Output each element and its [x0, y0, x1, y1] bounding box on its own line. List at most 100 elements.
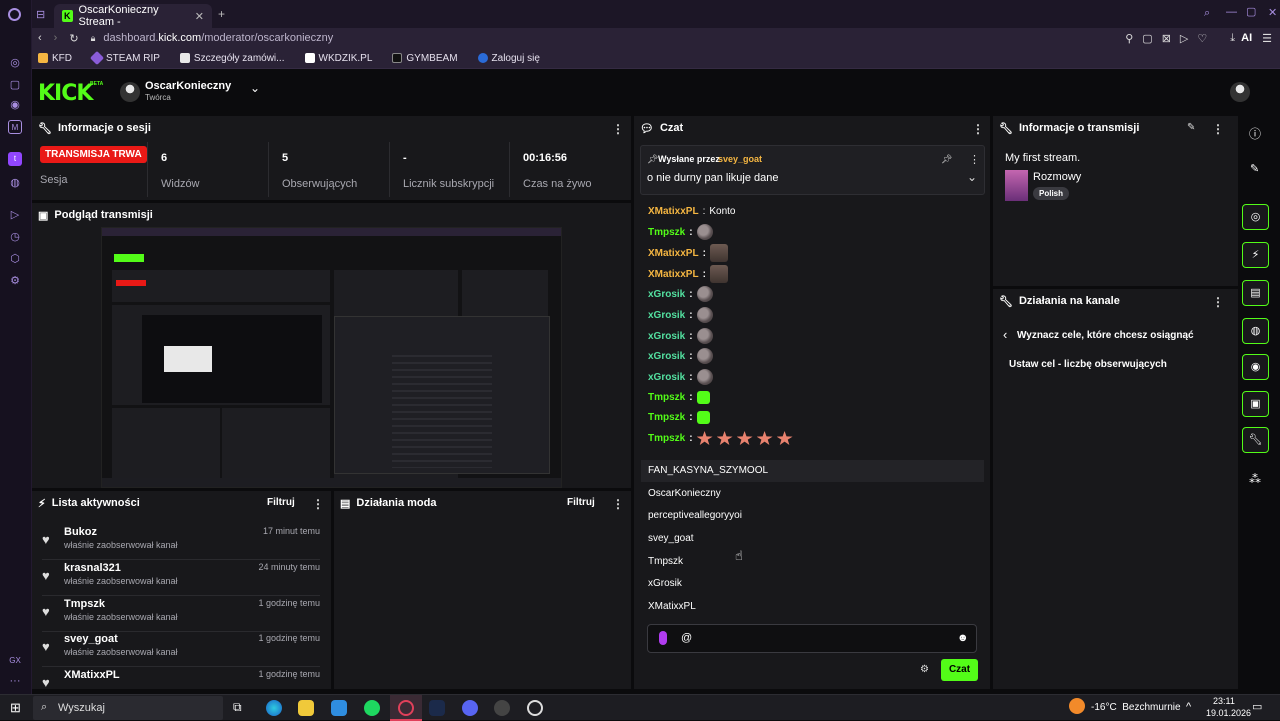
list-item[interactable]: ♥ svey_goat właśnie zaobserwował kanał 1…	[42, 633, 320, 667]
address-actions-icon[interactable]: ⚲▢⊠▷♡	[1125, 32, 1216, 45]
mod-menu-icon[interactable]: ⋮	[612, 497, 624, 511]
reload-icon[interactable]: ↻	[69, 32, 78, 45]
music-icon[interactable]: M	[8, 120, 22, 134]
rail-document-button[interactable]: ▤	[1242, 280, 1269, 306]
edge-icon[interactable]	[266, 700, 282, 716]
chat-menu-icon[interactable]: ⋮	[972, 122, 984, 136]
discord-icon[interactable]	[462, 700, 478, 716]
search-tabs-icon[interactable]: ⌕	[1204, 7, 1210, 20]
bookmark-orders[interactable]: Szczegóły zamówi...	[179, 53, 285, 64]
history-icon[interactable]: ◷	[8, 230, 22, 244]
ai-button[interactable]: AI	[1241, 32, 1252, 44]
mention-suggestion[interactable]: OscarKonieczny	[641, 483, 984, 505]
mod-filter-button[interactable]: Filtruj	[567, 497, 595, 508]
rail-preview-button[interactable]: ▣	[1242, 391, 1269, 417]
chat-message[interactable]: Tmpszk:	[648, 224, 713, 240]
bookmark-kfd[interactable]: KFD	[38, 53, 72, 64]
task-view-icon[interactable]: ⧉	[233, 700, 242, 715]
minimize-icon[interactable]: —	[1226, 6, 1237, 18]
chat-message[interactable]: XMatixxPL:	[648, 265, 728, 283]
clock-date[interactable]: 19.01.2026	[1206, 708, 1251, 718]
tabs-overview-icon[interactable]: ⊟	[36, 8, 45, 21]
chat-message[interactable]: Tmpszk:	[648, 411, 710, 424]
list-item[interactable]: ♥ krasnal321 właśnie zaobserwował kanał …	[42, 562, 320, 596]
activity-filter-button[interactable]: Filtruj	[267, 497, 295, 508]
rail-wrench-button[interactable]: 🔧︎	[1242, 427, 1269, 453]
goal-option[interactable]: Ustaw cel - liczbę obserwujących	[1009, 359, 1167, 370]
list-item[interactable]: ♥ Tmpszk właśnie zaobserwował kanał 1 go…	[42, 598, 320, 632]
rail-lightning-button[interactable]: ⚡︎	[1242, 242, 1269, 268]
apps-icon[interactable]: ⁂	[1249, 472, 1261, 486]
profile-avatar[interactable]	[1230, 82, 1250, 102]
file-explorer-icon[interactable]	[298, 700, 314, 716]
mention-suggestion[interactable]: XMatixxPL	[641, 596, 984, 618]
app-icon[interactable]	[527, 700, 543, 716]
list-item[interactable]: ♥ XMatixxPL 1 godzinę temu	[42, 669, 320, 690]
send-chat-button[interactable]: Czat	[941, 659, 978, 681]
menu-icon[interactable]: ☰	[1262, 32, 1272, 45]
bookmark-gymbeam[interactable]: GYMBEAM	[392, 53, 458, 64]
new-tab-icon[interactable]: +	[218, 7, 225, 21]
forward-icon[interactable]: ›	[54, 32, 58, 44]
notifications-icon[interactable]: ▭	[1252, 700, 1262, 713]
more-icon[interactable]: ···	[8, 674, 22, 688]
chat-input[interactable]: @ ☻	[647, 624, 977, 653]
chat-message[interactable]: xGrosik:	[648, 328, 713, 344]
rail-camera-button[interactable]: ◎	[1242, 204, 1269, 230]
stream-preview-video[interactable]	[101, 227, 562, 488]
opera-logo-icon[interactable]	[8, 8, 21, 21]
emoji-icon[interactable]: ☻	[957, 632, 969, 644]
pinned-message[interactable]: 📌︎ Wysłane przez svey_goat 📌︎ ⋮ o nie du…	[640, 145, 985, 195]
chat-message[interactable]: XMatixxPL:	[648, 244, 728, 262]
activity-menu-icon[interactable]: ⋮	[312, 497, 324, 511]
twitch-icon[interactable]: t	[8, 152, 22, 166]
bookmark-steam-rip[interactable]: STEAM RIP	[89, 50, 160, 66]
microphone-icon[interactable]	[659, 631, 667, 645]
back-chevron-icon[interactable]: ‹	[1003, 327, 1007, 342]
settings-icon[interactable]: ⚙	[8, 274, 22, 288]
download-icon[interactable]: ⤓	[1230, 32, 1235, 45]
messenger-icon[interactable]: ◎	[8, 56, 22, 70]
chat-message[interactable]: xGrosik:	[648, 286, 713, 302]
player-icon[interactable]: ▷	[8, 208, 22, 222]
info-icon[interactable]: ⓘ	[1249, 125, 1261, 142]
channel-name[interactable]: OscarKonieczny	[145, 80, 231, 92]
rail-broadcast-button[interactable]: ◉	[1242, 354, 1269, 380]
rail-chat-button[interactable]: ◍	[1242, 318, 1269, 344]
maximize-icon[interactable]: ▢	[1246, 5, 1256, 18]
channel-actions-menu-icon[interactable]: ⋮	[1212, 295, 1224, 309]
windows-start-icon[interactable]: ⊞	[10, 700, 21, 716]
back-icon[interactable]: ‹	[38, 32, 42, 44]
kick-logo[interactable]: KICK	[38, 81, 93, 106]
tab-kick-dashboard[interactable]: K OscarKonieczny Stream - ✕	[54, 4, 212, 28]
edit-icon[interactable]: ✎	[1250, 162, 1259, 175]
close-tab-icon[interactable]: ✕	[195, 10, 204, 23]
steam-icon[interactable]	[429, 700, 445, 716]
chat-message[interactable]: xGrosik:	[648, 307, 713, 323]
mention-suggestion[interactable]: Tmpszk	[641, 551, 984, 573]
clock-time[interactable]: 23:11	[1213, 696, 1235, 706]
pinned-menu-icon[interactable]: ⋮	[969, 153, 980, 166]
chevron-down-icon[interactable]: ⌄	[250, 81, 260, 95]
tray-chevron-icon[interactable]: ^	[1186, 701, 1191, 713]
mention-suggestion[interactable]: perceptiveallegoryyoi	[641, 505, 984, 527]
gx-icon[interactable]: GX	[8, 654, 22, 668]
close-window-icon[interactable]: ✕	[1268, 6, 1277, 19]
lock-icon[interactable]: 🔒︎	[91, 33, 96, 44]
extensions-icon[interactable]: ⬡	[8, 252, 22, 266]
instagram-icon[interactable]: ▢	[8, 78, 22, 92]
stream-info-menu-icon[interactable]: ⋮	[1212, 122, 1224, 136]
mention-suggestion[interactable]: xGrosik	[641, 573, 984, 595]
taskbar-search[interactable]: ⌕ Wyszukaj	[33, 696, 223, 720]
bookmark-wkdzik[interactable]: WKDZIK.PL	[304, 53, 372, 64]
url-field[interactable]: dashboard.kick.com/moderator/oscarkoniec…	[103, 32, 333, 44]
unpin-icon[interactable]: 📌︎	[941, 154, 952, 165]
spotify-icon[interactable]	[364, 700, 380, 716]
whatsapp-icon[interactable]: ◉	[8, 98, 22, 112]
chat-message[interactable]: Tmpszk:	[648, 391, 710, 404]
chat-message[interactable]: XMatixxPL: Konto	[648, 206, 736, 217]
discord-icon[interactable]: ◍	[8, 176, 22, 190]
chat-message[interactable]: xGrosik:	[648, 369, 713, 385]
mention-suggestion[interactable]: FAN_KASYNA_SZYMOOL	[641, 460, 984, 482]
list-item[interactable]: ♥ Bukoz właśnie zaobserwował kanał 17 mi…	[42, 526, 320, 560]
